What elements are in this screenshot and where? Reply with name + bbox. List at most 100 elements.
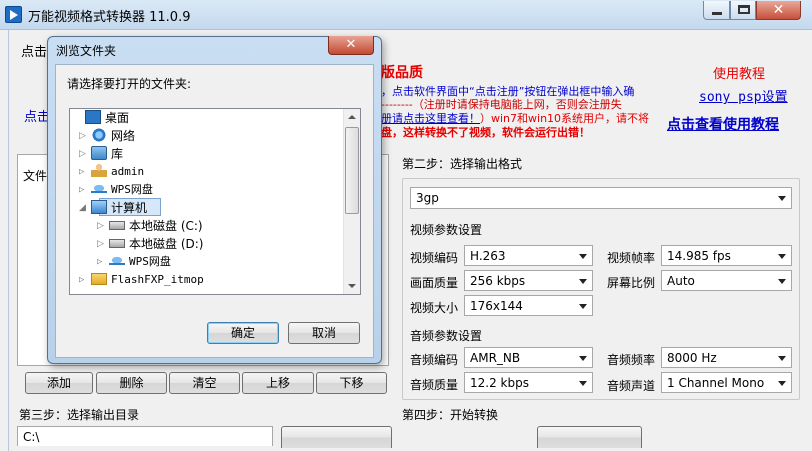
audio-rate-label: 音频频率 [607, 353, 656, 367]
tree-node-wps-cloud-2[interactable]: ▷ WPS网盘 [97, 253, 171, 271]
tree-expander[interactable]: ▷ [79, 127, 91, 145]
tree-expander[interactable]: ◢ [79, 199, 91, 217]
tree-node-admin[interactable]: ▷ admin [79, 163, 144, 181]
chevron-down-icon [776, 191, 788, 205]
local-disk-icon [109, 239, 125, 248]
audio-codec-select[interactable]: AMR_NB [464, 347, 593, 368]
video-size-select[interactable]: 176x144 [464, 295, 593, 316]
chevron-down-icon [776, 376, 788, 390]
tutorial-label: 使用教程 [713, 67, 766, 82]
notice-line-4: 盘，这样转换不了视频，软件会运行出错！ [381, 126, 590, 139]
close-icon: ✕ [772, 2, 785, 18]
delete-button[interactable]: 删除 [96, 372, 167, 394]
browse-folder-dialog: 浏览文件夹 ✕ 请选择要打开的文件夹: 桌面 ▷网络 ▷库 ▷admin [47, 36, 382, 364]
close-button[interactable]: ✕ [756, 1, 801, 20]
aspect-ratio-select[interactable]: Auto [661, 270, 792, 291]
chevron-down-icon [776, 249, 788, 263]
audio-channel-select[interactable]: 1 Channel Mono [661, 372, 792, 393]
audio-rate-select[interactable]: 8000 Hz [661, 347, 792, 368]
maximize-icon [738, 5, 750, 14]
chevron-down-icon [577, 299, 589, 313]
library-icon [91, 146, 107, 160]
register-text-partial: 点击 [21, 45, 48, 60]
tree-expander[interactable]: ▷ [79, 181, 91, 199]
dialog-close-button[interactable]: ✕ [328, 36, 374, 55]
tree-expander[interactable]: ▷ [97, 235, 109, 253]
audio-quality-select[interactable]: 12.2 kbps [464, 372, 593, 393]
window-title: 万能视频格式转换器 11.0.9 [28, 10, 191, 25]
user-folder-icon [91, 163, 107, 177]
audio-channel-label: 音频声道 [607, 379, 656, 393]
file-list-header: 文件 [23, 169, 48, 183]
tree-expander[interactable]: ▷ [97, 253, 109, 271]
output-directory-input[interactable]: C:\ [17, 426, 273, 446]
video-fps-select[interactable]: 14.985 fps [661, 245, 792, 266]
tree-node-flashfxp-folder[interactable]: ▷ FlashFXP_itmop [79, 271, 204, 289]
chevron-down-icon [577, 274, 589, 288]
browse-output-button[interactable] [281, 426, 392, 448]
scroll-down-icon[interactable] [344, 277, 360, 294]
tree-expander[interactable]: ▷ [79, 163, 91, 181]
video-section-label: 视频参数设置 [410, 223, 483, 237]
tree-expander[interactable]: ▷ [79, 145, 91, 163]
cloud-drive-icon [109, 255, 125, 265]
sony-psp-settings-link[interactable]: sony psp设置 [699, 86, 788, 105]
output-format-select[interactable]: 3gp [410, 187, 792, 209]
dialog-prompt: 请选择要打开的文件夹: [67, 77, 192, 91]
minimize-button[interactable] [703, 1, 730, 20]
main-window: 万能视频格式转换器 11.0.9 ✕ 点击 点击 版品质 ，点击软件界面中“点击… [0, 0, 812, 451]
maximize-button[interactable] [730, 1, 756, 20]
chevron-down-icon [577, 249, 589, 263]
move-up-button[interactable]: 上移 [242, 372, 314, 394]
audio-codec-label: 音频编码 [410, 353, 459, 367]
tree-node-wps-cloud[interactable]: ▷ WPS网盘 [79, 181, 153, 199]
view-tutorial-link[interactable]: 点击查看使用教程 [667, 114, 779, 134]
tree-node-computer[interactable]: ◢ 计算机 [79, 199, 147, 217]
chevron-down-icon [776, 351, 788, 365]
step4-label: 第四步：开始转换 [402, 408, 499, 422]
step2-label: 第二步：选择输出格式 [402, 157, 523, 171]
folder-tree[interactable]: 桌面 ▷ 网络 ▷ 库 ▷ admin ▷ WPS网盘 ◢ 计算机 ▷ 本地磁盘… [69, 108, 361, 295]
clear-button[interactable]: 清空 [169, 372, 240, 394]
app-logo-icon [5, 6, 22, 23]
cloud-drive-icon [91, 183, 107, 193]
tree-node-library[interactable]: ▷ 库 [79, 145, 123, 163]
folder-icon [91, 273, 107, 285]
local-disk-icon [109, 221, 125, 230]
chevron-down-icon [577, 376, 589, 390]
network-icon [91, 128, 107, 142]
title-bar[interactable]: 万能视频格式转换器 11.0.9 ✕ [0, 0, 812, 30]
move-down-button[interactable]: 下移 [316, 372, 387, 394]
ok-button[interactable]: 确定 [207, 322, 279, 344]
chevron-down-icon [776, 274, 788, 288]
promo-title: 版品质 [381, 65, 423, 81]
tree-scrollbar[interactable] [343, 109, 360, 294]
tree-node-desktop[interactable]: 桌面 [73, 109, 129, 127]
chevron-down-icon [577, 351, 589, 365]
video-size-label: 视频大小 [410, 301, 459, 315]
tree-node-network[interactable]: ▷ 网络 [79, 127, 135, 145]
start-convert-button[interactable] [537, 426, 642, 448]
tree-expander[interactable]: ▷ [79, 271, 91, 289]
aspect-ratio-label: 屏幕比例 [607, 276, 656, 290]
cancel-button[interactable]: 取消 [288, 322, 360, 344]
audio-section-label: 音频参数设置 [410, 329, 483, 343]
minimize-icon [712, 12, 722, 15]
tree-node-drive-c[interactable]: ▷ 本地磁盘 (C:) [97, 217, 203, 235]
add-button[interactable]: 添加 [25, 372, 93, 394]
audio-quality-label: 音频质量 [410, 378, 459, 392]
video-fps-label: 视频帧率 [607, 251, 656, 265]
dialog-body: 请选择要打开的文件夹: 桌面 ▷网络 ▷库 ▷admin ▷WPS网盘 [55, 64, 374, 358]
video-quality-label: 画面质量 [410, 276, 459, 290]
step3-label: 第三步：选择输出目录 [19, 408, 140, 422]
tree-expander[interactable]: ▷ [97, 217, 109, 235]
video-codec-label: 视频编码 [410, 251, 459, 265]
scroll-thumb[interactable] [345, 127, 359, 214]
dialog-title: 浏览文件夹 [56, 44, 117, 58]
scroll-up-icon[interactable] [344, 109, 360, 126]
computer-icon [91, 200, 107, 214]
video-quality-select[interactable]: 256 kbps [464, 270, 593, 291]
tree-node-drive-d[interactable]: ▷ 本地磁盘 (D:) [97, 235, 203, 253]
desktop-icon [85, 110, 101, 124]
video-codec-select[interactable]: H.263 [464, 245, 593, 266]
